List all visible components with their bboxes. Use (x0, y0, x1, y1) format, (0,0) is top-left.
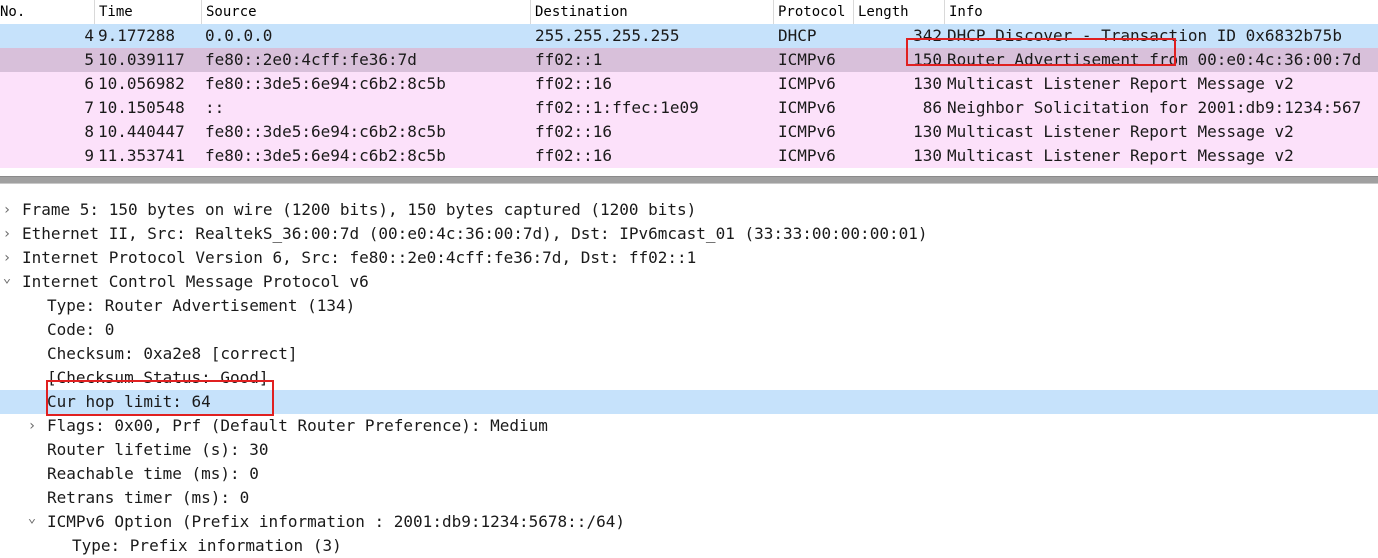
packet-cell-source: fe80::3de5:6e94:c6b2:8c5b (205, 74, 446, 93)
tree-node-label: Flags: 0x00, Prf (Default Router Prefere… (47, 416, 548, 435)
column-header-source[interactable]: Source (201, 0, 530, 24)
column-header-destination[interactable]: Destination (530, 0, 773, 24)
tree-node[interactable]: Retrans timer (ms): 0 (0, 486, 1378, 510)
packet-cell-time: 10.039117 (98, 50, 185, 69)
column-header-protocol[interactable]: Protocol (773, 0, 853, 24)
tree-node-label: Type: Prefix information (3) (72, 536, 342, 555)
tree-node[interactable]: › Frame 5: 150 bytes on wire (1200 bits),… (0, 198, 1378, 222)
tree-node[interactable]: Checksum: 0xa2e8 [correct] (0, 342, 1378, 366)
packet-row[interactable]: 4 9.177288 0.0.0.0 255.255.255.255 DHCP 342 DH… (0, 24, 1378, 48)
packet-cell-protocol: DHCP (778, 26, 817, 45)
tree-node-label: Type: Router Advertisement (134) (47, 296, 356, 315)
packet-cell-info: Neighbor Solicitation for 2001:db9:1234:… (947, 98, 1362, 117)
packet-cell-time: 10.056982 (98, 74, 185, 93)
tree-node[interactable]: Reachable time (ms): 0 (0, 462, 1378, 486)
packet-cell-length: 130 (913, 122, 942, 141)
packet-cell-info: Multicast Listener Report Message v2 (947, 74, 1294, 93)
packet-cell-destination: ff02::1:ffec:1e09 (535, 98, 699, 117)
tree-node-label: Router lifetime (s): 30 (47, 440, 269, 459)
packet-cell-no: 7 (84, 98, 94, 117)
packet-cell-no: 5 (84, 50, 94, 69)
packet-cell-info: DHCP Discover - Transaction ID 0x6832b75… (947, 26, 1342, 45)
packet-cell-time: 9.177288 (98, 26, 176, 45)
packet-cell-time: 11.353741 (98, 146, 185, 165)
packet-row[interactable]: 9 11.353741 fe80::3de5:6e94:c6b2:8c5b ff02:… (0, 144, 1378, 168)
chevron-right-icon[interactable]: › (0, 246, 14, 270)
packet-cell-info: Multicast Listener Report Message v2 (947, 146, 1294, 165)
tree-node-label: Code: 0 (47, 320, 115, 339)
column-header-time[interactable]: Time (94, 0, 201, 24)
tree-node-label: Internet Control Message Protocol v6 (22, 272, 369, 291)
tree-node-label: Frame 5: 150 bytes on wire (1200 bits), … (22, 200, 697, 219)
column-header-no[interactable]: No. (0, 0, 94, 24)
packet-cell-no: 8 (84, 122, 94, 141)
packet-cell-time: 10.440447 (98, 122, 185, 141)
packet-details-tree[interactable]: › Frame 5: 150 bytes on wire (1200 bits),… (0, 198, 1378, 556)
tree-node[interactable]: Cur hop limit: 64 (0, 390, 1378, 414)
tree-node-label: ICMPv6 Option (Prefix information : 2001… (47, 512, 625, 531)
packet-cell-length: 150 (913, 50, 942, 69)
tree-node[interactable]: Code: 0 (0, 318, 1378, 342)
chevron-right-icon[interactable]: › (0, 222, 14, 246)
packet-cell-no: 9 (84, 146, 94, 165)
packet-cell-protocol: ICMPv6 (778, 146, 836, 165)
packet-cell-destination: ff02::1 (535, 50, 603, 69)
tree-node[interactable]: ⌄ Internet Control Message Protocol v6 (0, 270, 1378, 294)
packet-cell-info: Multicast Listener Report Message v2 (947, 122, 1294, 141)
packet-cell-protocol: ICMPv6 (778, 50, 836, 69)
tree-node-label: [Checksum Status: Good] (47, 368, 269, 387)
packet-cell-destination: 255.255.255.255 (535, 26, 680, 45)
tree-node[interactable]: › Internet Protocol Version 6, Src: fe80:… (0, 246, 1378, 270)
packet-cell-time: 10.150548 (98, 98, 185, 117)
tree-node[interactable]: › Ethernet II, Src: RealtekS_36:00:7d (00… (0, 222, 1378, 246)
column-header-info[interactable]: Info (944, 0, 1378, 24)
tree-node-label: Checksum: 0xa2e8 [correct] (47, 344, 298, 363)
tree-node[interactable]: [Checksum Status: Good] (0, 366, 1378, 390)
tree-node-label: Retrans timer (ms): 0 (47, 488, 250, 507)
packet-list[interactable]: No. Time Source Destination Protocol Len… (0, 0, 1378, 168)
packet-row[interactable]: 7 10.150548:: ff02::1:ffec:1e09 ICMPv6 86 Nei… (0, 96, 1378, 120)
packet-cell-length: 342 (913, 26, 942, 45)
tree-node-label: Internet Protocol Version 6, Src: fe80::… (22, 248, 697, 267)
packet-cell-protocol: ICMPv6 (778, 74, 836, 93)
tree-node[interactable]: ⌄ ICMPv6 Option (Prefix information : 200… (0, 510, 1378, 534)
tree-node[interactable]: Type: Router Advertisement (134) (0, 294, 1378, 318)
packet-cell-length: 130 (913, 74, 942, 93)
packet-cell-no: 6 (84, 74, 94, 93)
packet-cell-source: fe80::3de5:6e94:c6b2:8c5b (205, 122, 446, 141)
packet-row[interactable]: 8 10.440447 fe80::3de5:6e94:c6b2:8c5b ff02:… (0, 120, 1378, 144)
tree-node[interactable]: › Flags: 0x00, Prf (Default Router Prefer… (0, 414, 1378, 438)
tree-node-label: Ethernet II, Src: RealtekS_36:00:7d (00:… (22, 224, 928, 243)
tree-node-label: Cur hop limit: 64 (47, 392, 211, 411)
chevron-down-icon[interactable]: ⌄ (0, 270, 14, 294)
packet-cell-length: 130 (913, 146, 942, 165)
packet-cell-length: 86 (922, 98, 942, 117)
packet-row[interactable]: 6 10.056982 fe80::3de5:6e94:c6b2:8c5b ff02:… (0, 72, 1378, 96)
chevron-right-icon[interactable]: › (25, 414, 39, 438)
packet-cell-source: 0.0.0.0 (205, 26, 273, 45)
tree-node-label: Reachable time (ms): 0 (47, 464, 259, 483)
packet-cell-destination: ff02::16 (535, 146, 613, 165)
tree-node[interactable]: Router lifetime (s): 30 (0, 438, 1378, 462)
packet-cell-info: Router Advertisement from 00:e0:4c:36:00… (947, 50, 1362, 69)
packet-cell-protocol: ICMPv6 (778, 122, 836, 141)
packet-cell-destination: ff02::16 (535, 122, 613, 141)
packet-cell-source: :: (205, 98, 225, 117)
pane-splitter[interactable] (0, 176, 1378, 184)
chevron-right-icon[interactable]: › (0, 198, 14, 222)
column-header-length[interactable]: Length (853, 0, 944, 24)
packet-cell-protocol: ICMPv6 (778, 98, 836, 117)
packet-row[interactable]: 5 10.039117 fe80::2e0:4cff:fe36:7d ff02::1 I… (0, 48, 1378, 72)
packet-cell-source: fe80::2e0:4cff:fe36:7d (205, 50, 417, 69)
packet-list-header: No. Time Source Destination Protocol Len… (0, 0, 1378, 25)
packet-cell-destination: ff02::16 (535, 74, 613, 93)
tree-node[interactable]: Type: Prefix information (3) (0, 534, 1378, 558)
chevron-down-icon[interactable]: ⌄ (25, 510, 39, 534)
packet-cell-no: 4 (84, 26, 94, 45)
packet-cell-source: fe80::3de5:6e94:c6b2:8c5b (205, 146, 446, 165)
